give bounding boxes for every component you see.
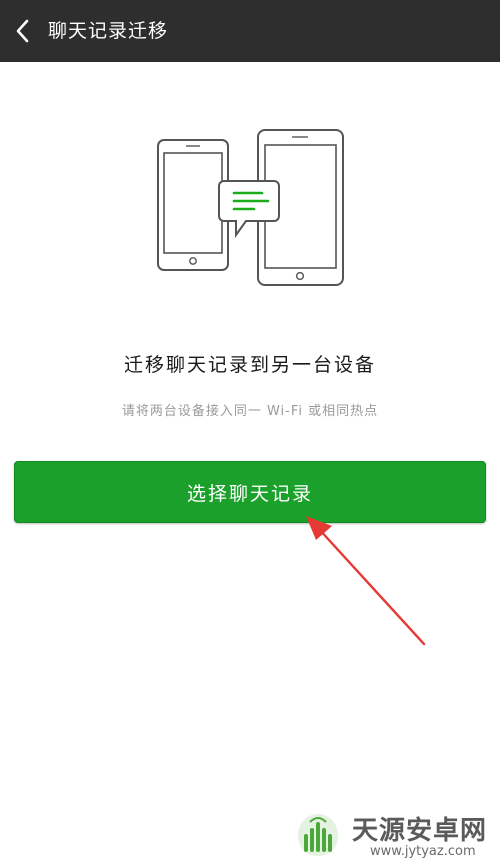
red-arrow-annotation: [306, 516, 426, 646]
page-title: 聊天记录迁移: [48, 20, 169, 42]
back-button[interactable]: [6, 12, 40, 50]
watermark-url: www.jytyaz.com: [370, 844, 476, 859]
watermark: 天源安卓网 www.jytyaz.com: [292, 804, 492, 864]
android-logo-icon: [298, 814, 338, 856]
watermark-brand: 天源安卓网: [352, 816, 488, 846]
chevron-left-icon: [16, 19, 29, 43]
title-bar: 聊天记录迁移: [0, 0, 500, 62]
phone-to-phone-transfer-icon: [157, 129, 344, 286]
wifi-hint: 请将两台设备接入同一 Wi-Fi 或相同热点: [121, 404, 379, 419]
transfer-heading: 迁移聊天记录到另一台设备: [123, 354, 376, 376]
